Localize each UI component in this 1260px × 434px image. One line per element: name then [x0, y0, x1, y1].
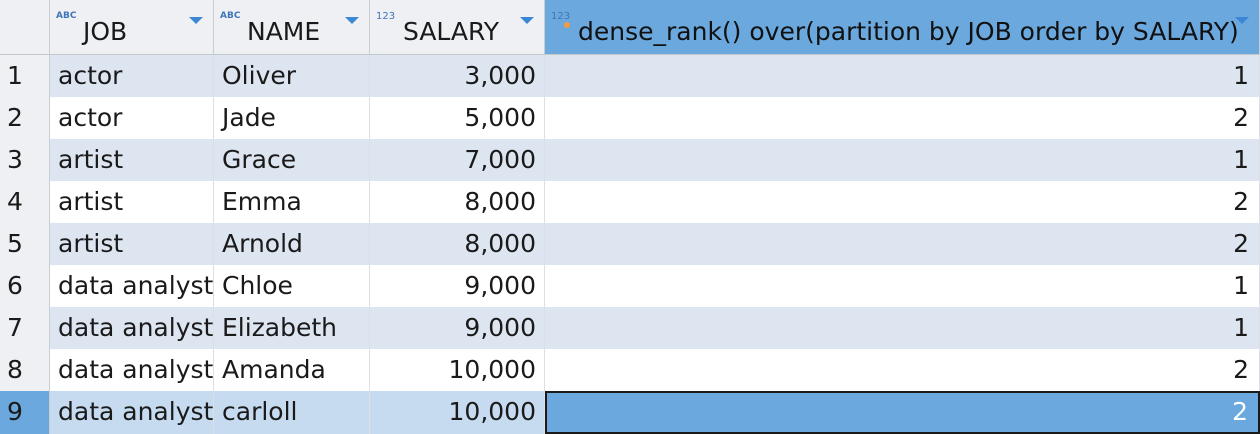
column-type-icon: 123	[376, 11, 396, 22]
cell-job[interactable]: artist	[50, 223, 214, 265]
column-type-icon: 123	[551, 11, 571, 22]
row-number[interactable]: 6	[0, 265, 50, 307]
cell-name[interactable]: Oliver	[214, 55, 370, 97]
cell-name[interactable]: Emma	[214, 181, 370, 223]
filter-arrow-icon[interactable]	[345, 17, 359, 24]
cell-job[interactable]: data analyst	[50, 349, 214, 391]
cell-dense-rank[interactable]: 2	[545, 349, 1260, 391]
table-row[interactable]: 7 data analyst Elizabeth 9,000 1	[0, 307, 1260, 349]
cell-dense-rank[interactable]: 1	[545, 139, 1260, 181]
column-header-salary[interactable]: 123 SALARY	[370, 0, 545, 55]
cell-salary[interactable]: 8,000	[370, 181, 545, 223]
table-row[interactable]: 8 data analyst Amanda 10,000 2	[0, 349, 1260, 391]
row-number[interactable]: 2	[0, 97, 50, 139]
cell-dense-rank[interactable]: 1	[545, 265, 1260, 307]
cell-salary[interactable]: 9,000	[370, 307, 545, 349]
column-header-label: dense_rank() over(partition by JOB order…	[578, 17, 1239, 46]
computed-column-dot-icon	[564, 22, 570, 28]
cell-salary[interactable]: 5,000	[370, 97, 545, 139]
cell-salary[interactable]: 10,000	[370, 349, 545, 391]
cell-job[interactable]: data analyst	[50, 265, 214, 307]
cell-salary[interactable]: 9,000	[370, 265, 545, 307]
cell-job[interactable]: actor	[50, 97, 214, 139]
table-row[interactable]: 6 data analyst Chloe 9,000 1	[0, 265, 1260, 307]
cell-salary[interactable]: 10,000	[370, 391, 545, 434]
cell-salary[interactable]: 8,000	[370, 223, 545, 265]
cell-name[interactable]: Jade	[214, 97, 370, 139]
row-number[interactable]: 9	[0, 391, 50, 434]
row-number[interactable]: 1	[0, 55, 50, 97]
row-number[interactable]: 7	[0, 307, 50, 349]
cell-salary[interactable]: 3,000	[370, 55, 545, 97]
cell-dense-rank[interactable]: 2	[545, 181, 1260, 223]
filter-arrow-icon[interactable]	[189, 17, 203, 24]
cell-job[interactable]: artist	[50, 139, 214, 181]
table-row-selected[interactable]: 9 data analyst carloll 10,000 2	[0, 391, 1260, 434]
cell-name[interactable]: carloll	[214, 391, 370, 434]
column-header-dense-rank[interactable]: 123 dense_rank() over(partition by JOB o…	[545, 0, 1260, 55]
row-number[interactable]: 8	[0, 349, 50, 391]
row-number[interactable]: 3	[0, 139, 50, 181]
cell-name[interactable]: Chloe	[214, 265, 370, 307]
column-header-label: NAME	[247, 17, 321, 46]
table-row[interactable]: 5 artist Arnold 8,000 2	[0, 223, 1260, 265]
cell-dense-rank[interactable]: 2	[545, 97, 1260, 139]
cell-job[interactable]: data analyst	[50, 307, 214, 349]
filter-arrow-icon[interactable]	[1235, 17, 1249, 24]
cell-name[interactable]: Elizabeth	[214, 307, 370, 349]
table-row[interactable]: 4 artist Emma 8,000 2	[0, 181, 1260, 223]
cell-dense-rank-selected[interactable]: 2	[545, 391, 1260, 434]
cell-name[interactable]: Amanda	[214, 349, 370, 391]
filter-arrow-icon[interactable]	[520, 17, 534, 24]
cell-dense-rank[interactable]: 1	[545, 55, 1260, 97]
table-row[interactable]: 2 actor Jade 5,000 2	[0, 97, 1260, 139]
cell-name[interactable]: Arnold	[214, 223, 370, 265]
column-header-job[interactable]: ABC JOB	[50, 0, 214, 55]
cell-job[interactable]: data analyst	[50, 391, 214, 434]
row-number[interactable]: 5	[0, 223, 50, 265]
cell-job[interactable]: artist	[50, 181, 214, 223]
column-type-icon: ABC	[56, 11, 77, 21]
table-row[interactable]: 3 artist Grace 7,000 1	[0, 139, 1260, 181]
cell-dense-rank[interactable]: 1	[545, 307, 1260, 349]
column-header-label: SALARY	[403, 17, 500, 46]
column-header-label: JOB	[83, 17, 128, 46]
cell-dense-rank[interactable]: 2	[545, 223, 1260, 265]
column-type-icon: ABC	[220, 11, 241, 21]
cell-name[interactable]: Grace	[214, 139, 370, 181]
grid-corner[interactable]	[0, 0, 50, 55]
row-number[interactable]: 4	[0, 181, 50, 223]
cell-job[interactable]: actor	[50, 55, 214, 97]
cell-salary[interactable]: 7,000	[370, 139, 545, 181]
result-grid: ABC JOB ABC NAME 123 SALARY 123 dense_ra…	[0, 0, 1260, 434]
table-row[interactable]: 1 actor Oliver 3,000 1	[0, 55, 1260, 97]
column-header-name[interactable]: ABC NAME	[214, 0, 370, 55]
